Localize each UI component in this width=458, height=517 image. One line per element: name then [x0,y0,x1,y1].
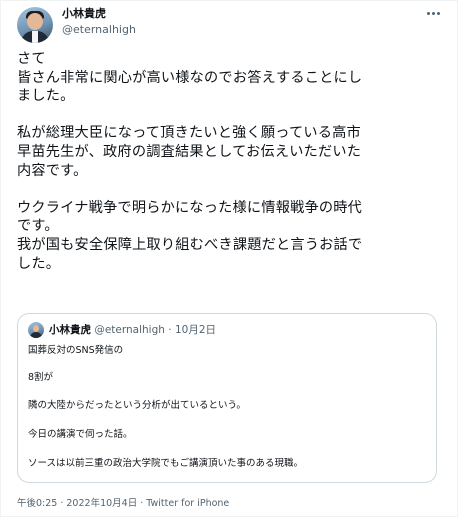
tweet-line: ウクライナ戦争で明らかになった様に情報戦争の時代 [17,199,363,216]
tweet-line: 内容です。 [17,162,88,179]
quoted-line: 隣の大陸からだったという分析が出ているという。 [28,400,246,411]
tweet-line: 私が総理大臣になって頂きたいと強く願っている高市 [17,125,361,142]
quoted-date[interactable]: 10月2日 [175,324,216,336]
tweet-paragraph: ウクライナ戦争で明らかになった様に情報戦争の時代 です。 我が国も安全保障上取り… [17,199,449,273]
tweet-line: さて [17,51,46,67]
tweet-line: 皆さん非常に関心が高い様なのでお答えすることにし [17,69,363,86]
quoted-separator: · [168,324,172,336]
tweet-card: 小林貴虎 @eternalhigh さて 皆さん非常に関心が高い様なのでお答えす… [0,0,458,517]
tweet-text: さて 皆さん非常に関心が高い様なのでお答えすることにし ました。 私が総理大臣に… [17,50,449,273]
quoted-line: 8割が [28,372,54,383]
tweet-line: 早苗先生が、政府の調査結果としてお伝えいただいた [17,143,362,160]
author-handle[interactable]: @eternalhigh [62,23,136,37]
tweet-timestamp[interactable]: 午後0:25 · 2022年10月4日 · Twitter for iPhone [17,497,229,510]
tweet-paragraph: さて 皆さん非常に関心が高い様なのでお答えすることにし ました。 [17,50,449,106]
quoted-author-handle: @eternalhigh [94,324,165,336]
tweet-line: ました。 [17,88,75,105]
quoted-line: 今日の講演で伺った話。 [28,429,133,440]
quoted-line: ソースは以前三重の政治大学院でもご講演頂いた事のある現職。 [28,458,304,469]
tweet-line: した。 [17,255,61,272]
quoted-author-name: 小林貴虎 [49,324,91,336]
author-avatar[interactable] [17,7,53,43]
tweet-line: です。 [17,218,59,235]
author-name[interactable]: 小林貴虎 [62,7,106,21]
tweet-paragraph: 私が総理大臣になって頂きたいと強く願っている高市 早苗先生が、政府の調査結果とし… [17,124,449,180]
quoted-tweet[interactable]: 小林貴虎 @eternalhigh · 10月2日 国葬反対のSNS発信の 8割… [17,313,437,483]
quoted-tweet-header: 小林貴虎 @eternalhigh · 10月2日 [49,323,216,337]
quoted-line: 国葬反対のSNS発信の [28,345,124,356]
tweet-line: 我が国も安全保障上取り組むべき課題だと言うお話で [17,236,363,253]
more-options-icon[interactable] [422,4,444,22]
quoted-author-avatar [28,322,44,338]
